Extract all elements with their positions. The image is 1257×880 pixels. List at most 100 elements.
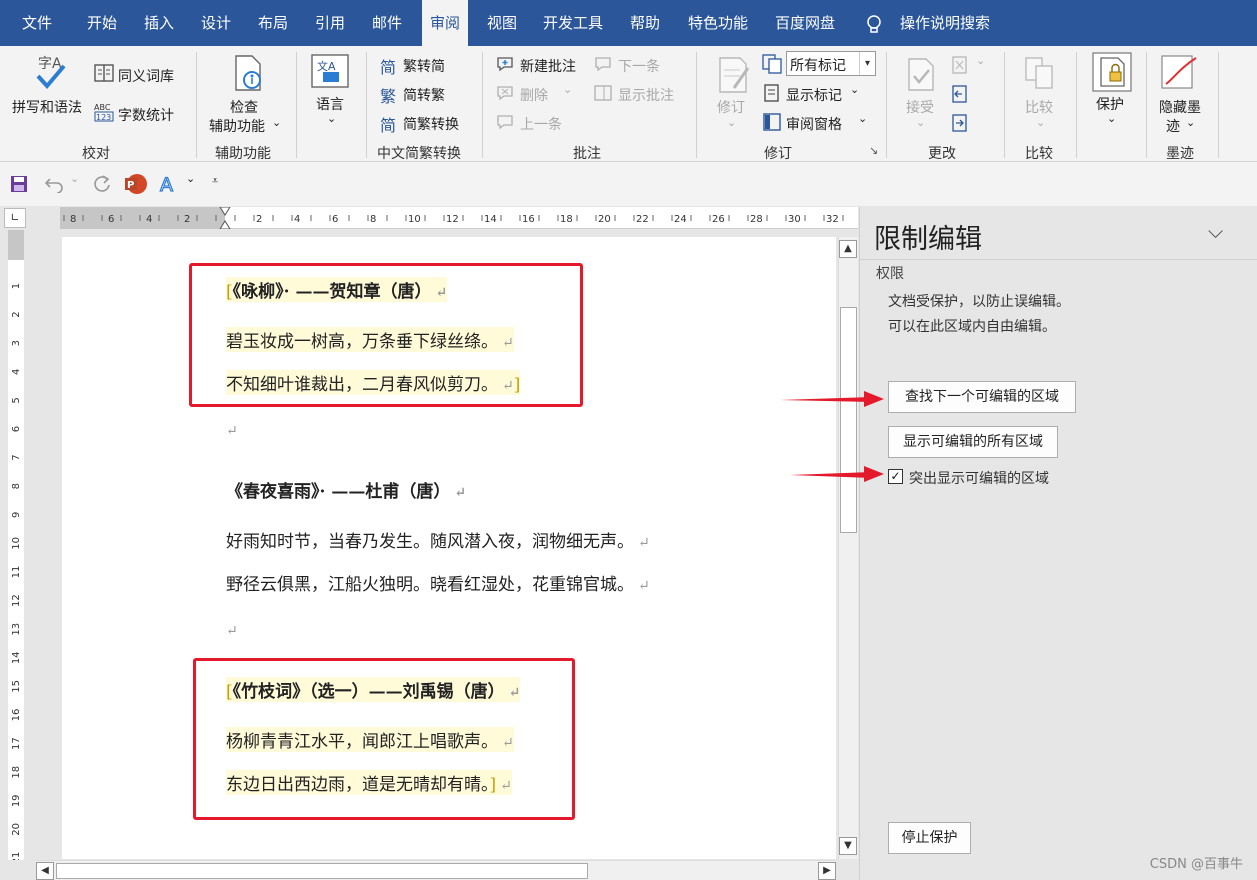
scroll-right-icon[interactable]: ▶ <box>818 862 836 880</box>
vertical-scrollbar[interactable]: ▲ ▼ <box>838 237 858 859</box>
track-changes-button[interactable]: 修订 <box>717 97 745 117</box>
ruler-tick-label: 19 <box>11 794 22 807</box>
reviewing-pane-button[interactable]: 审阅窗格 <box>786 114 842 134</box>
spelling-grammar-button[interactable]: 拼写和语法 <box>12 97 82 117</box>
redo-icon[interactable] <box>92 174 112 194</box>
document-page[interactable]: [《咏柳》· ——贺知章（唐） ↵ 碧玉妆成一树高，万条垂下绿丝绦。 ↵ 不知细叶谁… <box>62 237 836 859</box>
chevron-down-icon: ⌄ <box>1186 116 1196 129</box>
scroll-up-icon[interactable]: ▲ <box>839 240 857 258</box>
hide-ink-icon <box>1161 55 1197 89</box>
tab-layout[interactable]: 布局 <box>258 0 288 46</box>
poem2-line1[interactable]: 好雨知时节，当春乃发生。随风潜入夜，润物细无声。 ↵ <box>226 527 650 552</box>
reviewing-pane-icon <box>763 113 781 131</box>
tab-view[interactable]: 视图 <box>487 0 517 46</box>
ruler-tick-label: 24 <box>674 214 687 225</box>
ruler-tick-label: 6 <box>11 426 22 432</box>
dialog-launcher-icon[interactable]: ↘ <box>869 144 878 157</box>
ruler-tick-label: 20 <box>11 823 22 836</box>
chevron-down-icon[interactable]: ⌄ <box>70 172 79 185</box>
ruler-tick-label: 4 <box>294 214 300 225</box>
tab-references[interactable]: 引用 <box>315 0 345 46</box>
tab-design[interactable]: 设计 <box>201 0 231 46</box>
reject-change-icon <box>952 56 967 74</box>
horizontal-scrollbar[interactable]: ◀ ▶ <box>36 860 836 880</box>
thesaurus-button[interactable]: 同义词库 <box>118 66 174 86</box>
undo-icon[interactable] <box>44 175 64 193</box>
tab-developer[interactable]: 开发工具 <box>543 0 603 46</box>
ruler-tick-label: 15 <box>11 680 22 693</box>
show-all-editable-regions-button[interactable]: 显示可编辑的所有区域 <box>888 426 1058 458</box>
poem2-line2[interactable]: 野径云俱黑，江船火独明。晓看红湿处，花重锦官城。 ↵ <box>226 570 650 595</box>
svg-text:A: A <box>160 174 173 195</box>
customize-toolbar-icon[interactable]: ⩡ <box>212 174 218 188</box>
text-effects-icon[interactable]: A <box>158 173 178 195</box>
ruler-tick-label: 30 <box>788 214 801 225</box>
group-separator <box>482 52 483 158</box>
ribbon-tab-bar: 文件 开始 插入 设计 布局 引用 邮件 审阅 视图 开发工具 帮助 特色功能 … <box>0 0 1257 46</box>
annotation-arrows <box>780 391 884 482</box>
ruler-tick-label: 4 <box>11 369 22 375</box>
compare-button[interactable]: 比较 <box>1025 97 1053 117</box>
editable-region-highlight-box <box>193 658 575 820</box>
protect-button[interactable]: 保护 <box>1096 94 1124 114</box>
scroll-thumb[interactable] <box>56 863 588 879</box>
accessibility-dropdown[interactable]: 辅助功能 <box>209 116 265 136</box>
tab-mailings[interactable]: 邮件 <box>372 0 402 46</box>
show-comments-icon <box>594 85 612 101</box>
highlight-editable-regions-checkbox[interactable]: ✓ <box>888 469 903 484</box>
check-accessibility-button[interactable]: 检查 <box>230 97 258 117</box>
chevron-down-icon: ⌄ <box>1107 112 1117 125</box>
ruler-tick-label: 21 <box>11 852 22 860</box>
show-markup-button[interactable]: 显示标记 <box>786 85 842 105</box>
empty-paragraph[interactable]: ↵ <box>226 620 238 640</box>
scroll-down-icon[interactable]: ▼ <box>839 837 857 855</box>
delete-comment-button[interactable]: 删除 <box>520 85 548 105</box>
accept-change-button[interactable]: 接受 <box>906 97 934 117</box>
svg-text:文A: 文A <box>317 59 336 73</box>
ruler-margin <box>8 230 24 260</box>
scroll-left-icon[interactable]: ◀ <box>36 862 54 880</box>
accept-change-icon <box>908 58 934 91</box>
simplified-traditional-convert-button[interactable]: 简繁转换 <box>403 114 459 134</box>
group-label-comments: 批注 <box>573 146 601 162</box>
new-comment-button[interactable]: 新建批注 <box>520 56 576 76</box>
tab-help[interactable]: 帮助 <box>630 0 660 46</box>
find-next-editable-region-button[interactable]: 查找下一个可编辑的区域 <box>888 381 1076 413</box>
language-button[interactable]: 语言 <box>316 94 344 114</box>
markup-icon <box>762 54 782 74</box>
markup-select[interactable]: 所有标记 ▾ <box>786 51 876 76</box>
ruler-tick-label: 18 <box>11 766 22 779</box>
tab-file[interactable]: 文件 <box>22 0 52 46</box>
traditional-to-simplified-button[interactable]: 繁转简 <box>403 56 445 76</box>
powerpoint-icon[interactable]: P <box>124 173 148 195</box>
tab-features[interactable]: 特色功能 <box>688 0 748 46</box>
poem2-title[interactable]: 《春夜喜雨》· ——杜甫（唐） ↵ <box>226 477 466 502</box>
protection-info: 文档受保护，以防止误编辑。 <box>888 294 1070 310</box>
ruler-tick-label: 6 <box>108 214 114 225</box>
hide-ink-button[interactable]: 隐藏墨 <box>1159 97 1201 117</box>
ruler-tick-label: 32 <box>826 214 839 225</box>
tab-baidu-netdisk[interactable]: 百度网盘 <box>775 0 835 46</box>
word-count-button[interactable]: 字数统计 <box>118 105 174 125</box>
ruler-tick-label: 12 <box>446 214 459 225</box>
tab-review[interactable]: 审阅 <box>422 0 469 46</box>
previous-comment-button[interactable]: 上一条 <box>520 114 562 134</box>
chevron-down-icon[interactable]: ⌵ <box>1208 219 1223 243</box>
ruler-tick-label: 8 <box>370 214 376 225</box>
tell-me-search[interactable]: 操作说明搜索 <box>900 0 990 46</box>
ruler-tick-label: 8 <box>11 483 22 489</box>
tab-selector[interactable]: ∟ <box>4 208 26 228</box>
group-separator <box>696 52 697 158</box>
stop-protection-button[interactable]: 停止保护 <box>888 822 971 854</box>
save-icon[interactable] <box>10 175 28 193</box>
show-comments-button[interactable]: 显示批注 <box>618 85 674 105</box>
simplified-to-traditional-button[interactable]: 简转繁 <box>403 85 445 105</box>
tab-insert[interactable]: 插入 <box>144 0 174 46</box>
ruler-tick-label: 12 <box>11 594 22 607</box>
chevron-down-icon[interactable]: ⌄ <box>186 172 195 185</box>
indent-marker[interactable] <box>219 207 231 229</box>
tab-home[interactable]: 开始 <box>87 0 117 46</box>
chevron-down-icon: ⌄ <box>563 83 573 96</box>
next-comment-button[interactable]: 下一条 <box>618 56 660 76</box>
empty-paragraph[interactable]: ↵ <box>226 420 238 440</box>
